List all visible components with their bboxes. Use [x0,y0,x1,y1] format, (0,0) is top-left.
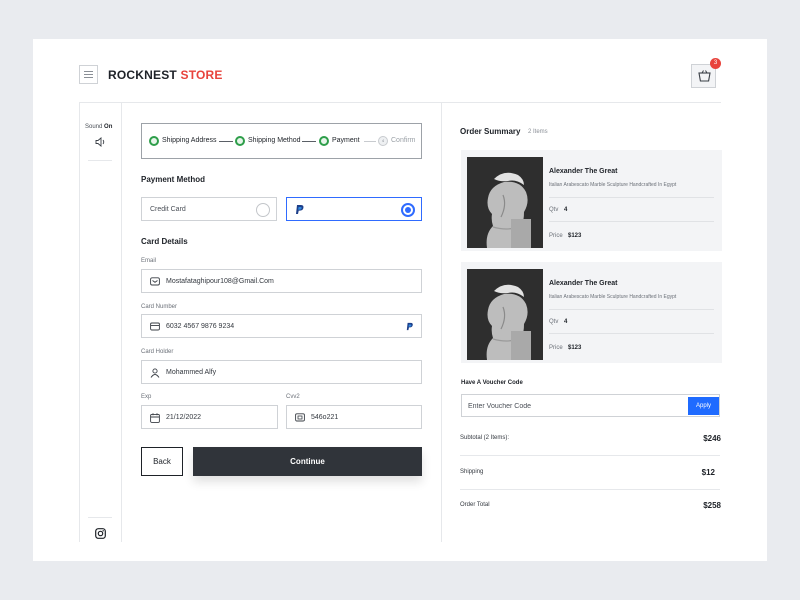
continue-button[interactable]: Continue [193,447,422,476]
order-item-count: 2 Items [528,129,548,135]
price-value: $123 [568,233,582,239]
calendar-icon [150,413,160,423]
card-icon [150,322,160,331]
order-item[interactable]: Alexander The Great Italian Arabescato M… [461,150,722,251]
price-value: $123 [568,345,582,351]
cvv-value: 546o221 [311,414,339,421]
product-description: Italian Arabescato Marble Sculpture Hand… [549,182,677,188]
cart-count-badge: 3 [710,58,721,69]
step-payment[interactable]: Payment [332,137,360,144]
card-holder-field[interactable]: Mohammed Alfy [141,360,422,384]
paypal-radio[interactable] [401,203,415,217]
brand-name-accent: STORE [180,68,223,82]
cvv-label: Cvv2 [286,394,300,400]
hamburger-icon-line [84,77,93,78]
product-name: Alexander The Great [549,280,618,287]
email-label: Email [141,258,157,264]
step-number-badge: 4 [378,136,388,146]
step-connector [219,141,233,142]
totals-divider [460,455,720,456]
product-description: Italian Arabescato Marble Sculpture Hand… [549,294,677,300]
paypal-icon [406,322,413,331]
sidebar-border-right [121,102,122,542]
exp-value: 21/12/2022 [166,414,202,421]
paypal-option[interactable] [286,197,422,221]
voucher-input[interactable] [468,399,678,413]
order-total-value: $258 [703,501,721,510]
hamburger-icon [84,71,93,72]
hamburger-icon-line [84,74,93,75]
product-image [467,157,543,248]
voucher-label: Have A Voucher Code [461,380,523,386]
step-check-icon [319,136,329,146]
price-label: Price [549,345,563,351]
speaker-icon[interactable] [95,137,107,147]
order-item[interactable]: Alexander The Great Italian Arabescato M… [461,262,722,363]
price-label: Price [549,233,563,239]
card-holder-value: Mohammed Alfy [166,369,217,376]
header-divider [79,102,721,103]
column-divider [441,102,442,542]
sound-state: On [104,124,113,130]
credit-card-option[interactable]: Credit Card [141,197,277,221]
sound-toggle[interactable]: Sound On [85,124,112,130]
card-number-value: 6032 4567 9876 9234 [166,323,235,330]
bust-sculpture-icon [467,269,543,360]
shipping-value: $12 [701,468,715,477]
qty-value: 4 [564,207,568,213]
card-details-title: Card Details [141,237,188,246]
subtotal-value: $246 [703,434,721,443]
step-shipping-address[interactable]: Shipping Address [162,137,216,144]
step-check-icon [235,136,245,146]
step-confirm[interactable]: Confirm [391,137,416,144]
email-field[interactable]: Mostafataghipour108@Gmail.Com [141,269,422,293]
qty-value: 4 [564,319,568,325]
exp-field[interactable]: 21/12/2022 [141,405,278,429]
card-chip-icon [295,413,305,422]
product-image [467,269,543,360]
sound-label: Sound [85,124,103,130]
sidebar-divider-bottom [88,517,112,518]
step-connector [364,141,376,142]
order-summary-title: Order Summary [460,127,521,136]
checkout-stepper: Shipping Address Shipping Method Payment… [141,123,422,159]
sidebar-border-left [79,102,80,542]
checkout-card: ROCKNEST STORE 3 Sound On Shipping Addre… [33,39,767,561]
sidebar-divider-top [88,160,112,161]
card-holder-label: Card Holder [141,349,174,355]
step-connector [302,141,316,142]
back-button[interactable]: Back [141,447,183,476]
bust-sculpture-icon [467,157,543,248]
qty-label: Qtv [549,207,559,213]
exp-label: Exp [141,394,152,400]
mail-icon [150,277,160,286]
subtotal-label: Subtotal (2 Items): [460,435,510,441]
totals-divider [460,489,720,490]
paypal-icon [296,205,304,214]
email-value: Mostafataghipour108@Gmail.Com [166,278,274,285]
step-check-icon [149,136,159,146]
order-total-label: Order Total [460,502,490,508]
payment-method-title: Payment Method [141,175,206,184]
card-number-field[interactable]: 6032 4567 9876 9234 [141,314,422,338]
brand-name: ROCKNEST [108,68,177,82]
instagram-icon[interactable] [95,528,106,539]
voucher-box [461,394,720,417]
cvv-field[interactable]: 546o221 [286,405,422,429]
brand-logo[interactable]: ROCKNEST STORE [108,68,223,82]
apply-voucher-button[interactable]: Apply [688,397,719,415]
card-number-label: Card Number [141,304,178,310]
shipping-label: Shipping [460,469,484,475]
hamburger-menu-button[interactable] [79,65,98,84]
qty-label: Qtv [549,319,559,325]
item-divider [549,197,714,198]
item-divider [549,221,714,222]
credit-card-radio[interactable] [256,203,270,217]
item-divider [549,309,714,310]
credit-card-label: Credit Card [150,206,186,213]
user-icon [150,368,160,378]
step-shipping-method[interactable]: Shipping Method [248,137,301,144]
product-name: Alexander The Great [549,168,618,175]
item-divider [549,333,714,334]
